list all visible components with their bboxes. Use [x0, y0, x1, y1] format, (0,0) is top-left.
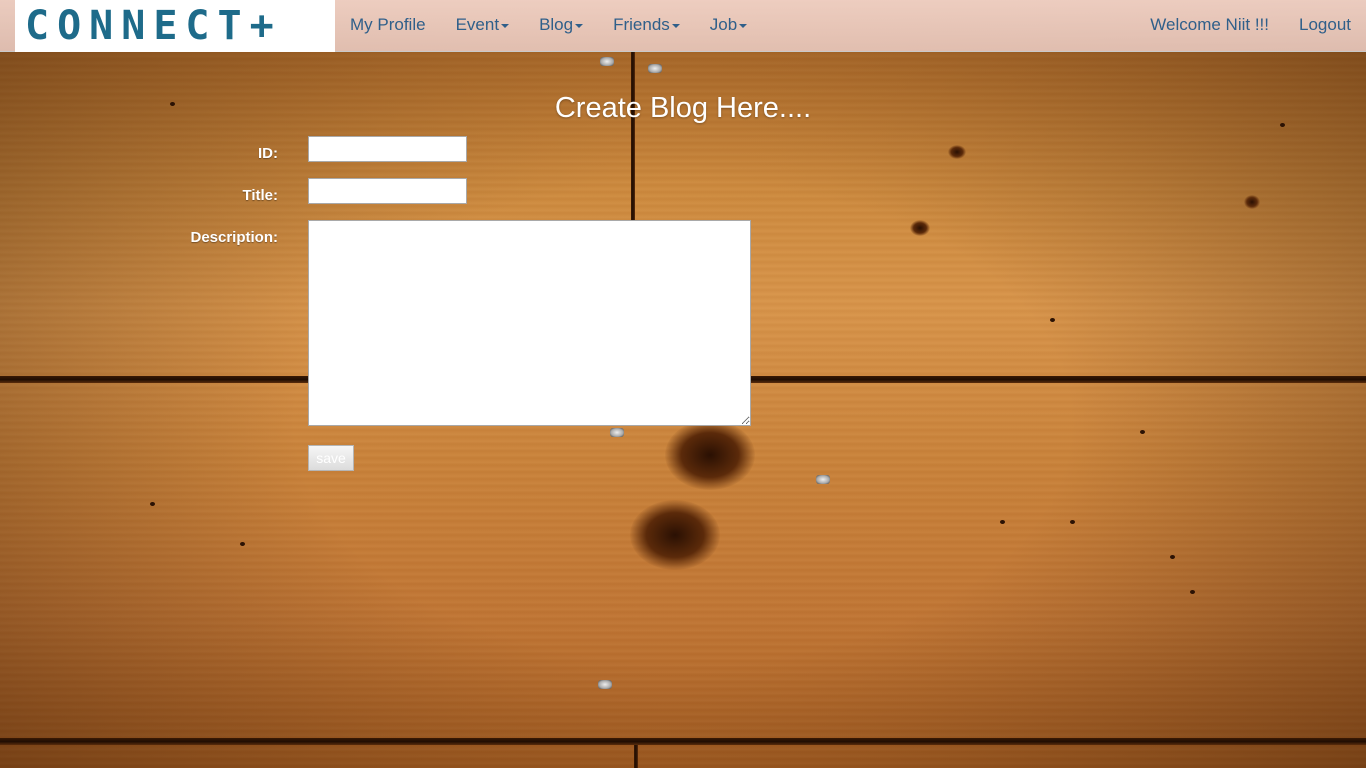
- wood-plank-seam: [634, 745, 638, 768]
- title-label: Title:: [242, 187, 278, 204]
- nail-head: [598, 680, 612, 689]
- wood-speck: [240, 542, 245, 546]
- nail-head: [648, 64, 662, 73]
- brand-logo[interactable]: CONNECT+: [15, 0, 335, 52]
- nav-item-label: Job: [709, 15, 738, 34]
- nav-item-label: My Profile: [350, 15, 426, 34]
- nail-head: [610, 428, 624, 437]
- wood-speck: [1050, 318, 1055, 322]
- caret-down-icon: [671, 23, 680, 28]
- nav-item-event[interactable]: Event: [441, 0, 524, 52]
- caret-down-icon: [501, 23, 510, 28]
- wood-speck: [1000, 520, 1005, 524]
- save-button[interactable]: save: [308, 445, 354, 471]
- nav-item-job[interactable]: Job: [695, 0, 762, 52]
- title-field[interactable]: [308, 178, 467, 204]
- nail-head: [600, 57, 614, 66]
- wood-speck: [1140, 430, 1145, 434]
- nav-item-friends[interactable]: Friends: [598, 0, 695, 52]
- wood-speck: [150, 502, 155, 506]
- nail-head: [816, 475, 830, 484]
- wood-knot: [630, 500, 720, 570]
- brand-logo-text: CONNECT+: [25, 3, 282, 49]
- id-field[interactable]: [308, 136, 467, 162]
- wood-knot: [1244, 195, 1260, 209]
- wood-speck: [1070, 520, 1075, 524]
- top-navbar: CONNECT+ My Profile Event Blog Friends J…: [0, 0, 1366, 52]
- user-nav: Welcome Niit !!! Logout: [1135, 0, 1366, 52]
- caret-down-icon: [575, 23, 584, 28]
- nav-item-label: Event: [455, 15, 500, 34]
- nav-item-my-profile[interactable]: My Profile: [335, 0, 441, 52]
- id-label: ID:: [258, 145, 278, 162]
- nav-item-label: Blog: [539, 15, 574, 34]
- wood-knot: [910, 220, 930, 236]
- wood-speck: [1190, 590, 1195, 594]
- logout-link[interactable]: Logout: [1284, 0, 1366, 52]
- wood-plank-seam: [631, 52, 635, 222]
- description-textarea[interactable]: [308, 220, 751, 426]
- wood-speck: [1170, 555, 1175, 559]
- wood-knot: [948, 145, 966, 159]
- welcome-user-link[interactable]: Welcome Niit !!!: [1135, 0, 1284, 52]
- description-label: Description:: [190, 229, 278, 246]
- page-title: Create Blog Here....: [554, 92, 812, 124]
- nav-item-blog[interactable]: Blog: [524, 0, 598, 52]
- wood-knot: [665, 420, 755, 490]
- nav-item-label: Friends: [613, 15, 670, 34]
- caret-down-icon: [739, 23, 748, 28]
- wood-plank-seam: [0, 738, 1366, 745]
- main-nav: My Profile Event Blog Friends Job: [335, 0, 762, 52]
